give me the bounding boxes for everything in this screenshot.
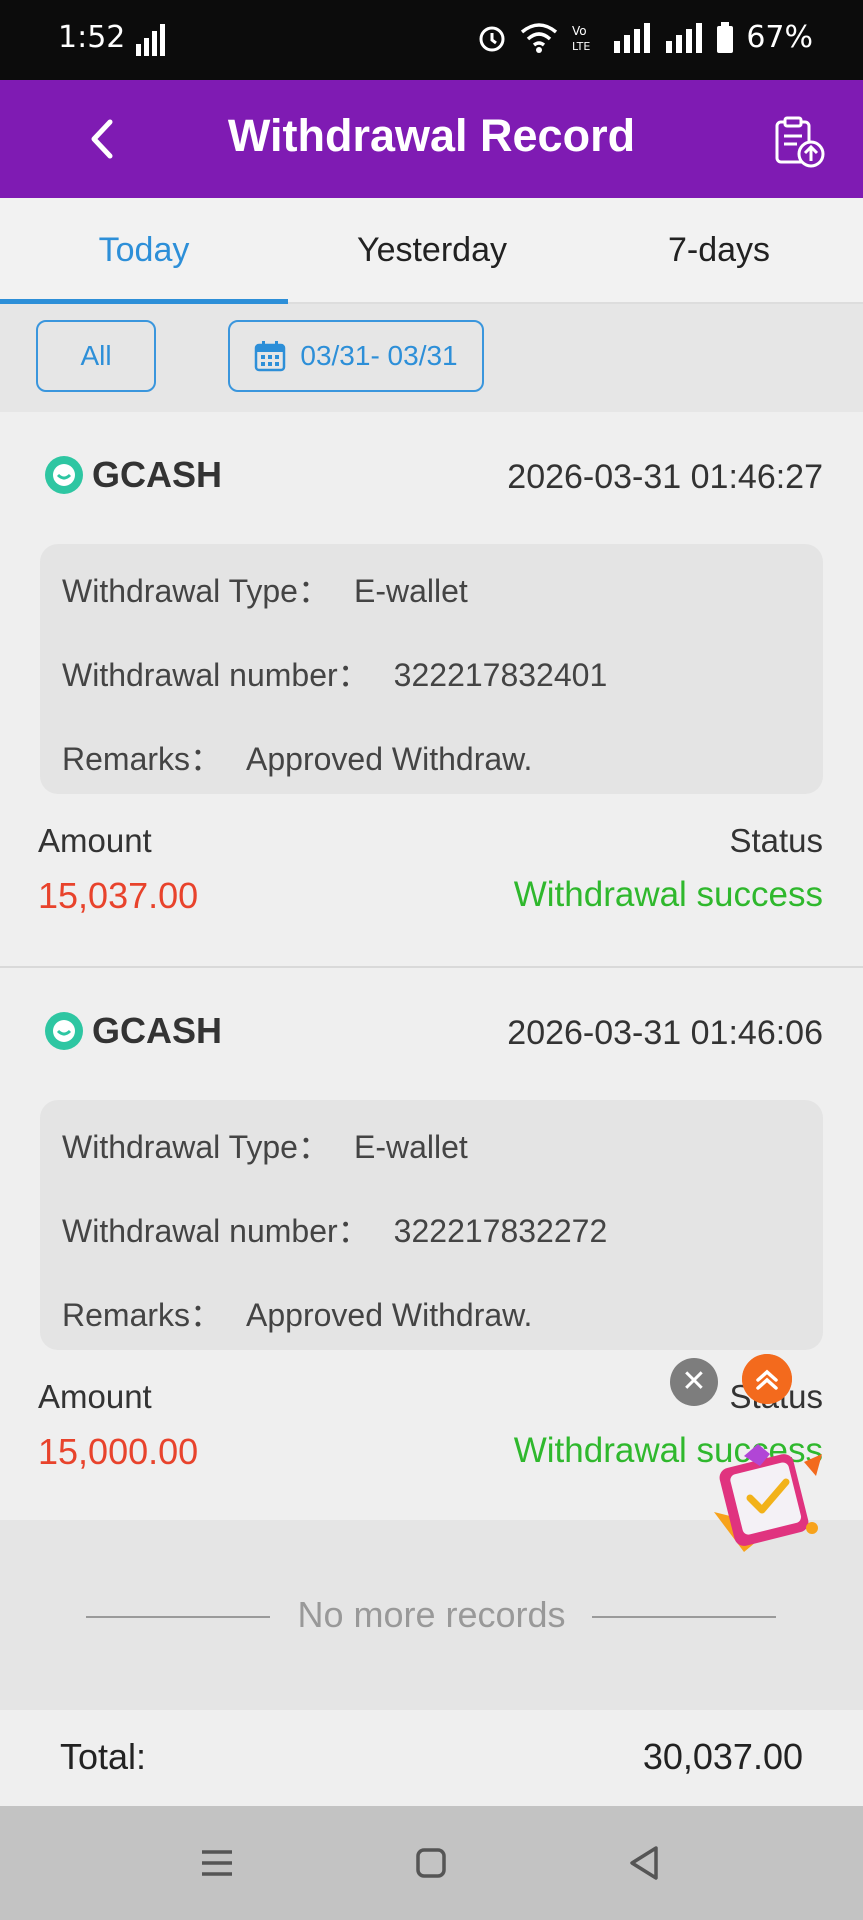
recents-icon[interactable] — [192, 1840, 242, 1886]
wifi-icon — [521, 22, 558, 53]
remarks-value: Approved Withdraw. — [246, 741, 533, 777]
withdrawal-number-label: Withdrawal number： — [62, 1213, 370, 1249]
volte-icon: Vo LTE — [572, 24, 590, 53]
svg-text:LTE: LTE — [572, 40, 590, 53]
remarks-label: Remarks： — [62, 1297, 223, 1333]
tab-7-days[interactable]: 7-days — [575, 198, 863, 304]
amount-label: Amount — [38, 1378, 152, 1415]
payment-method-name: GCASH — [92, 1010, 223, 1051]
app-header: Withdrawal Record — [0, 80, 863, 198]
payment-method: GCASH — [44, 1010, 222, 1052]
scroll-top-icon[interactable] — [742, 1354, 792, 1404]
close-icon[interactable]: ✕ — [670, 1358, 718, 1406]
remarks-row: Remarks： Approved Withdraw. — [62, 1290, 532, 1336]
divider-right — [592, 1616, 776, 1618]
withdrawal-type-value: E-wallet — [353, 1129, 468, 1165]
withdrawal-number-row: Withdrawal number： 322217832272 — [62, 1206, 607, 1252]
status-time: 1:52 — [58, 20, 126, 55]
amount-label: Amount — [38, 822, 152, 859]
svg-text:Vo: Vo — [572, 24, 587, 38]
cell-signal-icon — [614, 22, 651, 53]
alarm-icon — [479, 26, 505, 51]
payment-method-name: GCASH — [92, 454, 223, 495]
withdrawal-type-value: E-wallet — [353, 573, 468, 609]
record-details: Withdrawal Type： E-wallet Withdrawal numb… — [40, 1100, 823, 1350]
total-label: Total: — [60, 1736, 147, 1777]
battery-percent: 67% — [746, 20, 813, 55]
record-details: Withdrawal Type： E-wallet Withdrawal numb… — [40, 544, 823, 794]
withdrawal-number-row: Withdrawal number： 322217832401 — [62, 650, 607, 696]
withdrawal-number-value: 322217832272 — [393, 1213, 608, 1249]
no-more-text: No more records — [297, 1594, 566, 1635]
page-title: Withdrawal Record — [227, 110, 636, 161]
remarks-label: Remarks： — [62, 741, 223, 777]
gift-box-icon[interactable] — [704, 1432, 834, 1562]
total-value: 30,037.00 — [642, 1736, 803, 1777]
amount-value: 15,000.00 — [38, 1431, 199, 1472]
status-value: Withdrawal success — [513, 875, 823, 914]
date-tabs: Today Yesterday 7-days — [0, 198, 863, 304]
withdrawal-type-label: Withdrawal Type： — [62, 573, 330, 609]
withdrawal-type-row: Withdrawal Type： E-wallet — [62, 1122, 468, 1168]
home-icon[interactable] — [406, 1840, 456, 1886]
date-range-text: 03/31- 03/31 — [300, 340, 458, 371]
date-range-button[interactable]: 03/31- 03/31 — [228, 320, 484, 392]
withdrawal-number-value: 322217832401 — [393, 657, 608, 693]
system-nav-bar — [0, 1806, 863, 1920]
record-card: GCASH 2026-03-31 01:46:27 Withdrawal Typ… — [0, 412, 863, 968]
status-icons: Vo LTE 67% — [476, 20, 813, 55]
tab-today[interactable]: Today — [0, 198, 288, 304]
gcash-logo-icon — [45, 1012, 83, 1050]
remarks-value: Approved Withdraw. — [246, 1297, 533, 1333]
record-datetime: 2026-03-31 01:46:27 — [507, 458, 823, 496]
clipboard-upload-icon[interactable] — [771, 114, 827, 170]
battery-icon — [717, 21, 734, 53]
signal-icon — [136, 24, 165, 56]
filter-bar: All 03/31- 03/31 — [0, 304, 863, 412]
all-filter-button[interactable]: All — [36, 320, 156, 392]
back-nav-icon[interactable] — [620, 1840, 670, 1886]
calendar-icon — [255, 341, 286, 372]
withdrawal-type-label: Withdrawal Type： — [62, 1129, 330, 1165]
payment-method: GCASH — [44, 454, 222, 496]
record-datetime: 2026-03-31 01:46:06 — [507, 1014, 823, 1052]
total-bar: Total: 30,037.00 — [0, 1710, 863, 1806]
withdrawal-type-row: Withdrawal Type： E-wallet — [62, 566, 468, 612]
amount-value: 15,037.00 — [38, 875, 199, 916]
tab-yesterday[interactable]: Yesterday — [288, 198, 576, 304]
status-label: Status — [729, 822, 823, 859]
status-bar: 1:52 Vo LTE 67% — [0, 0, 863, 80]
gcash-logo-icon — [45, 456, 83, 494]
cell-signal-2-icon — [666, 22, 703, 53]
remarks-row: Remarks： Approved Withdraw. — [62, 734, 532, 780]
withdrawal-number-label: Withdrawal number： — [62, 657, 370, 693]
